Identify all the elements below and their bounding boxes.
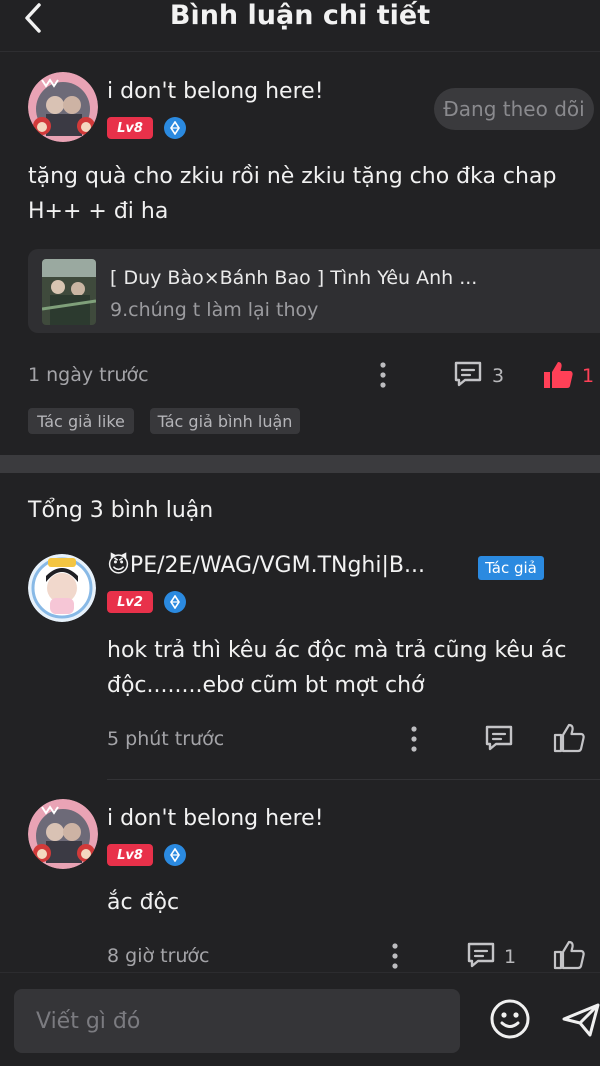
post-author-avatar[interactable] (28, 72, 98, 142)
thumbs-up-icon[interactable] (540, 359, 576, 391)
chapter-thumbnail (42, 259, 96, 325)
header-bar: Bình luận chi tiết (0, 0, 600, 52)
comment-author-avatar[interactable] (28, 799, 98, 869)
comment-author-name[interactable]: 😈PE/2E/WAG/VGM.TNghi|B... (107, 553, 425, 578)
comment-author-name[interactable]: i don't belong here! (107, 806, 324, 831)
more-icon[interactable] (403, 724, 425, 754)
emoji-icon[interactable] (488, 997, 532, 1041)
comment-text: hok trả thì kêu ác độc mà trả cũng kêu á… (107, 638, 567, 698)
section-divider (0, 455, 600, 473)
author-tag: Tác giả (478, 556, 544, 580)
like-count: 1 (582, 365, 595, 387)
thumbs-up-icon[interactable] (552, 939, 586, 971)
comment-input[interactable]: Viết gì đó (14, 989, 460, 1053)
level-badge: Lv8 (107, 117, 153, 139)
follow-button[interactable]: Đang theo dõi (434, 88, 594, 130)
linked-chapter-card[interactable]: [ Duy Bào×Bánh Bao ] Tình Yêu Anh ... 9.… (28, 249, 600, 333)
post-text: tặng quà cho zkiu rồi nè zkiu tặng cho đ… (28, 164, 557, 224)
comment-icon[interactable] (452, 359, 484, 389)
more-icon[interactable] (372, 360, 394, 390)
chapter-subtitle: 9.chúng t làm lại thoy (110, 299, 319, 321)
comment-divider (107, 779, 600, 780)
page-title: Bình luận chi tiết (169, 0, 431, 31)
comment-text: ắc độc (107, 890, 180, 915)
comments-total: Tổng 3 bình luận (28, 498, 214, 523)
comment-time: 5 phút trước (107, 728, 225, 750)
comment-author-avatar[interactable] (28, 554, 96, 622)
chapter-title: [ Duy Bào×Bánh Bao ] Tình Yêu Anh ... (110, 267, 478, 289)
comment-time: 8 giờ trước (107, 945, 210, 967)
tag-author-comment: Tác giả bình luận (150, 408, 300, 434)
verify-icon (164, 117, 186, 139)
comment-icon[interactable] (483, 723, 515, 753)
comment-input-bar: Viết gì đó (0, 972, 600, 1066)
level-badge: Lv2 (107, 591, 153, 613)
post-time: 1 ngày trước (28, 364, 149, 386)
verify-icon (164, 844, 186, 866)
post-author-name[interactable]: i don't belong here! (107, 79, 324, 104)
verify-icon (164, 591, 186, 613)
comment-icon[interactable] (465, 940, 497, 970)
level-badge: Lv8 (107, 844, 153, 866)
comment-count: 1 (504, 946, 517, 968)
comment-count: 3 (492, 365, 505, 387)
send-icon[interactable] (560, 997, 600, 1041)
tag-author-like: Tác giả like (28, 408, 134, 434)
thumbs-up-icon[interactable] (552, 722, 586, 754)
more-icon[interactable] (384, 941, 406, 971)
